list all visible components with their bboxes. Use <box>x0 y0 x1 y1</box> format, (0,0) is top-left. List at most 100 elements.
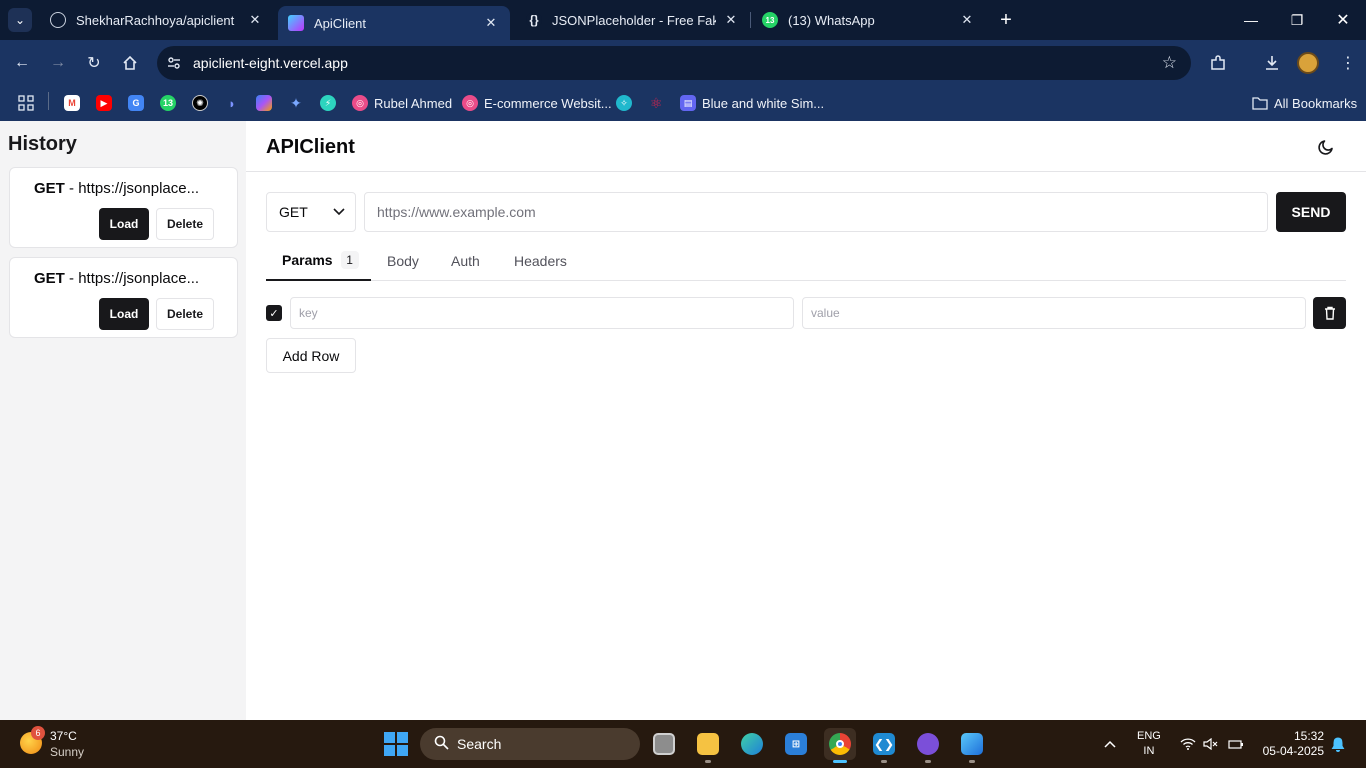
system-clock[interactable]: 15:32 05-04-2025 <box>1256 729 1324 759</box>
delete-button[interactable]: Delete <box>156 208 214 240</box>
bookmark-deepseek[interactable]: ◗ <box>224 92 246 114</box>
address-bar[interactable]: apiclient-eight.vercel.app ☆ <box>157 46 1191 80</box>
weather-condition[interactable]: Sunny <box>50 745 84 759</box>
tab-jsonplaceholder[interactable]: {} JSONPlaceholder - Free Fake RE ✕ <box>516 0 750 40</box>
delete-button[interactable]: Delete <box>156 298 214 330</box>
theme-toggle-moon-icon[interactable] <box>1315 134 1339 158</box>
all-bookmarks[interactable]: All Bookmarks <box>1252 92 1357 114</box>
new-tab-plus-icon[interactable]: + <box>994 8 1018 32</box>
browser-tab-strip: ⌄ ShekharRachhoya/apiclient ✕ ApiClient … <box>0 0 1366 40</box>
url-input[interactable] <box>364 192 1268 232</box>
tab-params[interactable]: Params 1 <box>266 241 371 281</box>
param-key-input[interactable] <box>290 297 794 329</box>
forward-arrow-icon[interactable]: → <box>46 51 70 75</box>
app-title: APIClient <box>266 136 355 158</box>
file-explorer-icon[interactable] <box>692 728 724 763</box>
close-icon[interactable]: ✕ <box>722 12 740 28</box>
wifi-icon[interactable] <box>1180 720 1196 768</box>
copilot-icon <box>256 95 272 111</box>
close-icon[interactable]: ✕ <box>246 12 264 28</box>
language-indicator[interactable]: ENG IN <box>1137 720 1161 768</box>
history-request: GET - https://jsonplace... <box>34 270 200 287</box>
task-view-icon[interactable] <box>648 728 680 760</box>
tab-github[interactable]: ShekharRachhoya/apiclient ✕ <box>40 0 274 40</box>
dribbble-icon: ◎ <box>352 95 368 111</box>
dribbble-icon: ◎ <box>462 95 478 111</box>
tab-search-chevron-icon[interactable]: ⌄ <box>8 8 32 32</box>
home-icon[interactable] <box>118 51 142 75</box>
volume-muted-icon[interactable] <box>1203 720 1219 768</box>
translate-icon: G <box>128 95 144 111</box>
params-count-badge: 1 <box>340 251 359 269</box>
tab-auth[interactable]: Auth <box>451 241 480 281</box>
param-enabled-checkbox[interactable]: ✓ <box>266 305 282 321</box>
windows-start-icon[interactable] <box>384 732 408 756</box>
request-panel: APIClient GET SEND Params 1 Body Auth He… <box>246 121 1366 720</box>
tab-apiclient[interactable]: ApiClient ✕ <box>278 6 510 40</box>
photos-icon[interactable] <box>956 728 988 763</box>
history-url: https://jsonplace... <box>78 180 200 197</box>
url-text[interactable]: apiclient-eight.vercel.app <box>193 55 348 71</box>
deepseek-icon: ◗ <box>228 95 236 111</box>
battery-icon[interactable] <box>1228 720 1244 768</box>
minimize-icon[interactable]: — <box>1228 0 1274 40</box>
bookmark-copilot[interactable] <box>256 92 278 114</box>
close-icon[interactable]: ✕ <box>958 12 976 28</box>
bookmark-blue-white[interactable]: ▤ Blue and white Sim... <box>680 92 824 114</box>
bookmark-star-icon[interactable]: ☆ <box>1162 53 1177 73</box>
whatsapp-icon: 13 <box>762 12 778 28</box>
history-method: GET <box>34 270 65 287</box>
restore-icon[interactable]: ❐ <box>1274 0 1320 40</box>
search-icon <box>434 735 449 754</box>
show-hidden-icons-chevron-up-icon[interactable] <box>1104 720 1116 768</box>
bookmark-gemini[interactable]: ✦ <box>288 92 310 114</box>
history-method: GET <box>34 180 65 197</box>
store-icon[interactable]: ⊞ <box>780 728 812 760</box>
bookmark-rubel-ahmed[interactable]: ◎ Rubel Ahmed <box>352 92 452 114</box>
window-close-icon[interactable]: ✕ <box>1320 0 1366 40</box>
bookmark-chatgpt[interactable]: ✺ <box>192 92 214 114</box>
param-value-input[interactable] <box>802 297 1306 329</box>
bookmark-whatsapp[interactable]: 13 <box>160 92 182 114</box>
taskbar-search[interactable]: Search <box>420 728 640 760</box>
youtube-icon: ▶ <box>96 95 112 111</box>
bookmark-bolt[interactable]: ⚡ <box>320 92 342 114</box>
back-arrow-icon[interactable]: ← <box>10 51 34 75</box>
profile-avatar[interactable] <box>1297 52 1319 74</box>
close-icon[interactable]: ✕ <box>482 15 500 31</box>
apps-grid-icon[interactable] <box>18 92 34 114</box>
extensions-puzzle-icon[interactable] <box>1206 51 1230 75</box>
delete-row-trash-icon[interactable] <box>1313 297 1346 329</box>
history-url: https://jsonplace... <box>78 270 200 287</box>
bookmark-ecommerce[interactable]: ◎ E-commerce Websit... <box>462 92 612 114</box>
load-button[interactable]: Load <box>99 298 149 330</box>
tab-whatsapp[interactable]: 13 (13) WhatsApp ✕ <box>752 0 986 40</box>
site-info-icon[interactable] <box>165 54 183 72</box>
bookmark-translate[interactable]: G <box>128 92 150 114</box>
chrome-menu-icon[interactable]: ⋮ <box>1336 51 1360 75</box>
download-icon[interactable] <box>1260 51 1284 75</box>
bookmark-react[interactable]: ⚛ <box>648 92 670 114</box>
bookmark-gmail[interactable]: M <box>64 92 86 114</box>
notification-bell-icon[interactable] <box>1331 720 1345 768</box>
bookmark-perplexity[interactable]: ✧ <box>616 92 638 114</box>
load-button[interactable]: Load <box>99 208 149 240</box>
tab-title: JSONPlaceholder - Free Fake RE <box>552 12 716 28</box>
chrome-icon[interactable] <box>824 728 856 763</box>
method-select[interactable]: GET <box>266 192 356 232</box>
bookmark-label: E-commerce Websit... <box>484 95 612 111</box>
send-button[interactable]: SEND <box>1276 192 1346 232</box>
edge-icon[interactable] <box>736 728 768 760</box>
weather-temperature[interactable]: 37°C <box>50 729 77 743</box>
github-desktop-icon[interactable] <box>912 728 944 763</box>
canva-print-icon: ▤ <box>680 95 696 111</box>
language-code: ENG <box>1137 730 1161 742</box>
vscode-icon[interactable]: ❮❯ <box>868 728 900 763</box>
reload-icon[interactable]: ↻ <box>82 51 106 75</box>
tab-headers[interactable]: Headers <box>514 241 567 281</box>
tab-body[interactable]: Body <box>387 241 419 281</box>
tab-separator <box>750 12 751 28</box>
bookmark-youtube[interactable]: ▶ <box>96 92 118 114</box>
add-row-button[interactable]: Add Row <box>266 338 356 373</box>
method-value: GET <box>279 204 308 220</box>
